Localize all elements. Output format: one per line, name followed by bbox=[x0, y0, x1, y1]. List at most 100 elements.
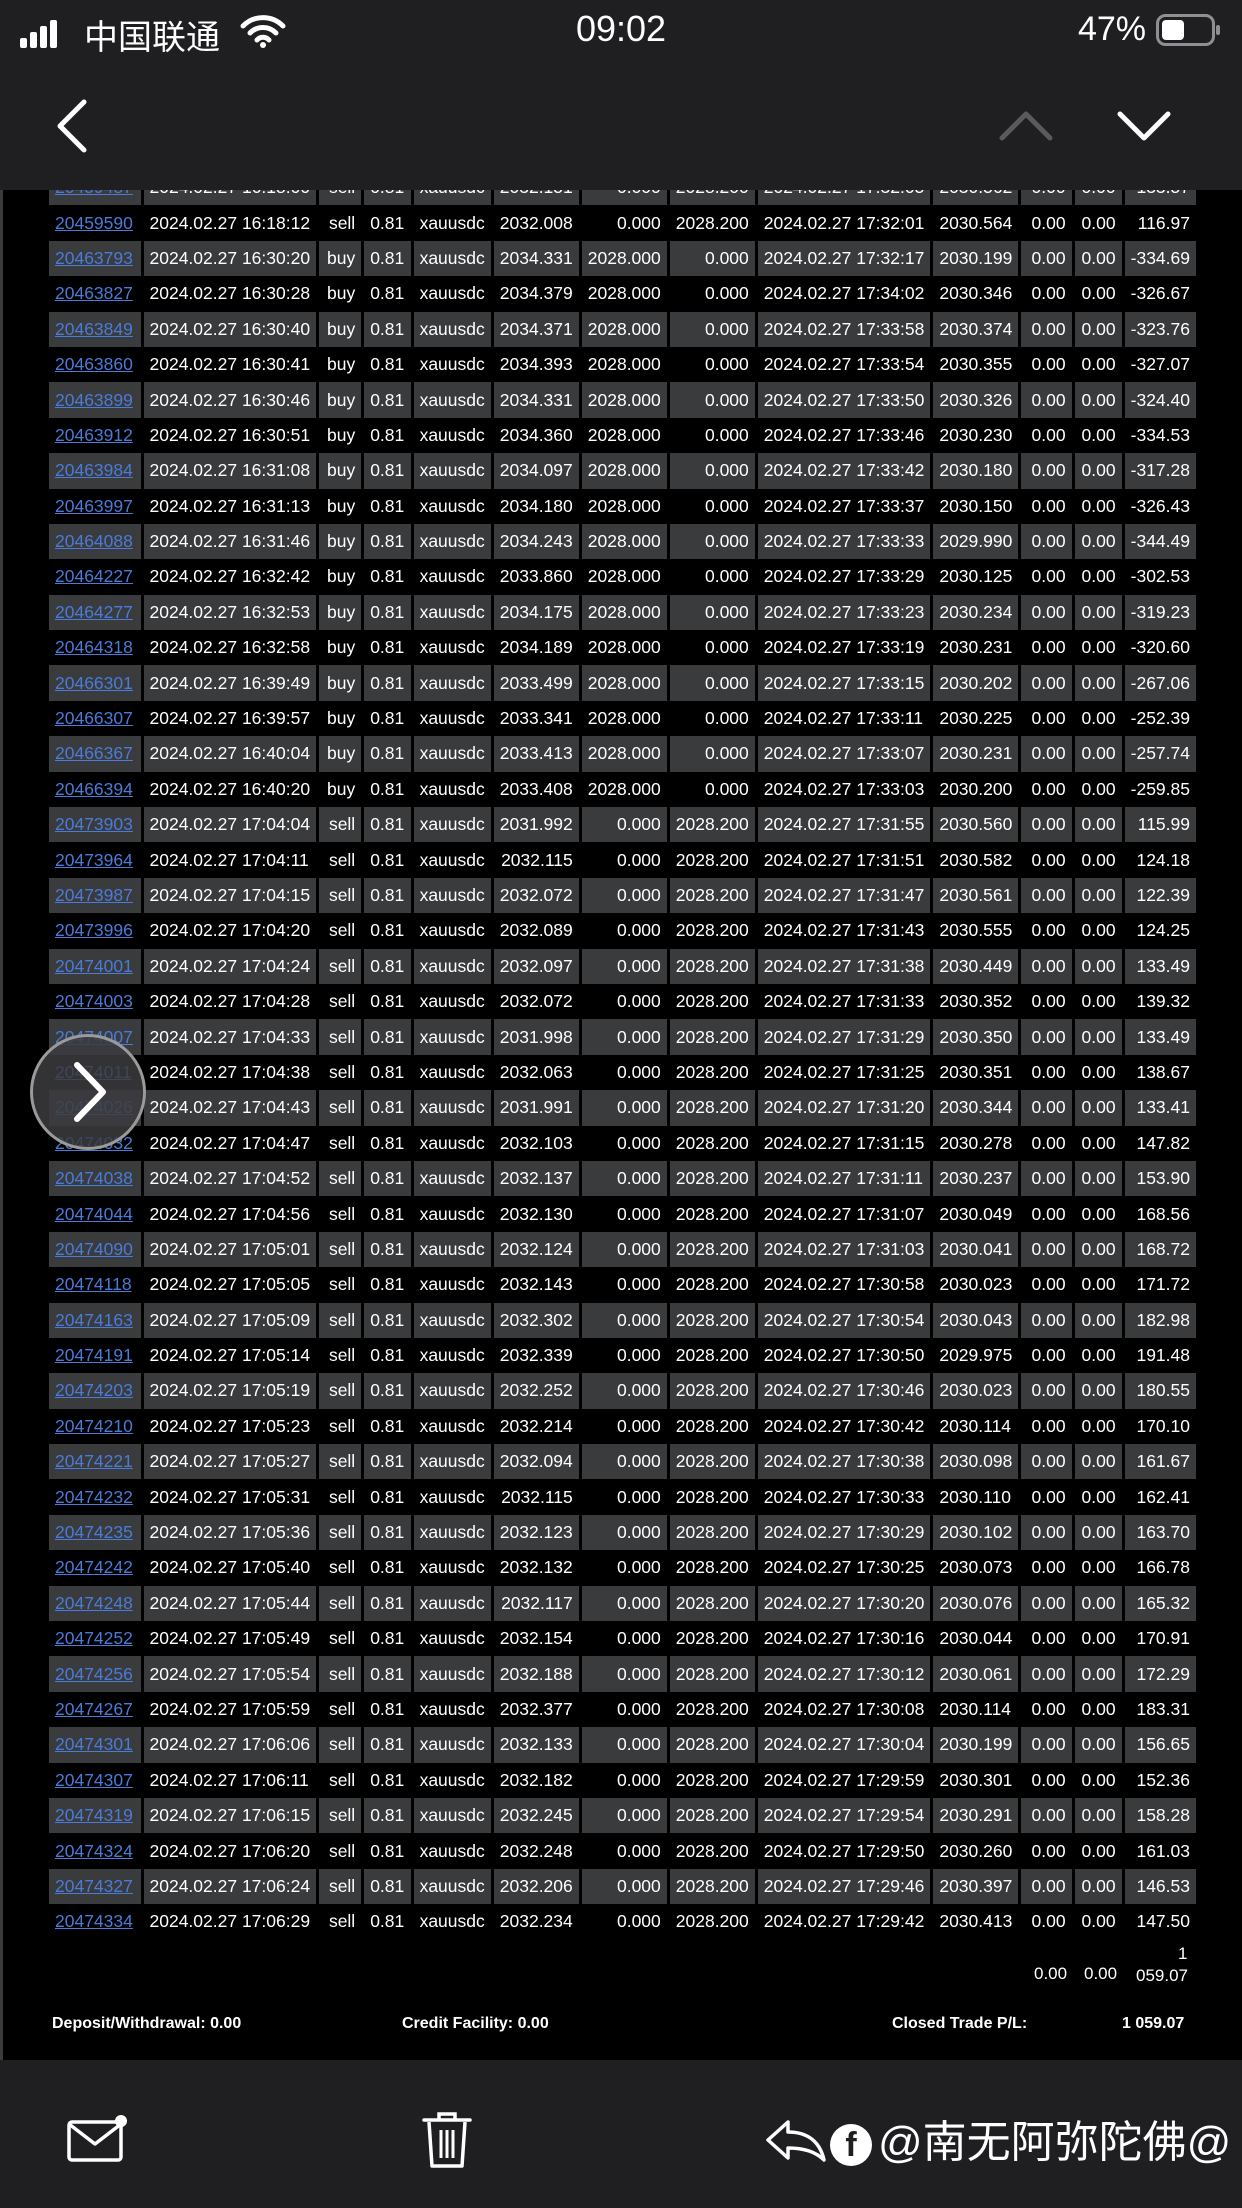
swap: 0.00 bbox=[1071, 1090, 1124, 1126]
table-row: 20463827 2024.02.27 16:30:28 buy 0.81 xauusd… bbox=[46, 276, 1196, 312]
ticket-link[interactable]: 20463849 bbox=[46, 311, 142, 347]
trade-type: sell bbox=[316, 1691, 363, 1728]
lot-size: 0.81 bbox=[361, 1833, 413, 1869]
ticket-link[interactable]: 20459590 bbox=[46, 205, 142, 241]
profit: 180.55 bbox=[1121, 1373, 1196, 1409]
trade-type: sell bbox=[316, 1444, 363, 1480]
trash-icon[interactable] bbox=[422, 2110, 472, 2170]
ticket-link[interactable]: 20474203 bbox=[46, 1373, 142, 1409]
ticket-link[interactable]: 20474324 bbox=[46, 1833, 142, 1869]
ticket-link[interactable]: 20466394 bbox=[46, 771, 142, 808]
close-price: 2030.114 bbox=[930, 1691, 1020, 1728]
ticket-link[interactable]: 20464088 bbox=[46, 523, 142, 560]
commission: 0.00 bbox=[1018, 983, 1074, 1020]
ticket-link[interactable]: 20473964 bbox=[46, 842, 142, 878]
ticket-link[interactable]: 20474301 bbox=[46, 1727, 142, 1763]
stop-loss: 0.000 bbox=[578, 807, 669, 843]
reply-icon[interactable] bbox=[764, 2118, 828, 2162]
ticket-link[interactable]: 20474221 bbox=[46, 1444, 142, 1480]
next-page-button[interactable] bbox=[30, 1034, 146, 1150]
close-time: 2024.02.27 17:34:02 bbox=[754, 276, 932, 312]
lot-size: 0.81 bbox=[361, 1550, 413, 1586]
symbol: xauusdc bbox=[410, 842, 493, 878]
chevron-left-icon[interactable] bbox=[52, 98, 92, 154]
ticket-link[interactable]: 20464318 bbox=[46, 630, 142, 666]
profit: -324.40 bbox=[1121, 382, 1196, 418]
ticket-link[interactable]: 20474248 bbox=[46, 1585, 142, 1622]
ticket-link[interactable]: 20466307 bbox=[46, 700, 142, 737]
ticket-link[interactable]: 20463827 bbox=[46, 276, 142, 312]
ticket-link[interactable]: 20474327 bbox=[46, 1868, 142, 1905]
take-profit: 2028.200 bbox=[666, 948, 757, 984]
report-content[interactable]: 204594872024.02.27 16:18:00sell0.81xauus… bbox=[0, 190, 1242, 2060]
ticket-link[interactable]: 20474242 bbox=[46, 1550, 142, 1586]
chevron-down-icon[interactable] bbox=[1116, 108, 1172, 144]
ticket-link[interactable]: 20463984 bbox=[46, 453, 142, 489]
table-row: 20466301 2024.02.27 16:39:49 buy 0.81 xauusd… bbox=[46, 665, 1196, 701]
swap: 0.00 bbox=[1071, 1585, 1124, 1622]
swap: 0.00 bbox=[1071, 1727, 1124, 1763]
ticket-link[interactable]: 20474191 bbox=[46, 1337, 142, 1374]
ticket-link[interactable]: 20474252 bbox=[46, 1621, 142, 1657]
stop-loss: 2028.000 bbox=[578, 700, 669, 737]
symbol: xauusdc bbox=[410, 948, 493, 984]
stop-loss: 2028.000 bbox=[578, 240, 669, 277]
ticket-link[interactable]: 20474307 bbox=[46, 1762, 142, 1798]
stop-loss: 0.000 bbox=[578, 205, 669, 241]
ticket-link[interactable]: 20474232 bbox=[46, 1479, 142, 1515]
stop-loss: 2028.000 bbox=[578, 559, 669, 595]
ticket-link[interactable]: 20459487 bbox=[46, 190, 142, 206]
open-price: 2032.123 bbox=[490, 1514, 581, 1551]
ticket-link[interactable]: 20474319 bbox=[46, 1797, 142, 1834]
chevron-up-icon[interactable] bbox=[998, 108, 1054, 144]
ticket-link[interactable]: 20474090 bbox=[46, 1231, 142, 1268]
open-price: 2032.339 bbox=[490, 1337, 581, 1374]
ticket-link[interactable]: 20463899 bbox=[46, 382, 142, 418]
trade-type: sell bbox=[316, 1160, 363, 1197]
commission: 0.00 bbox=[1018, 1514, 1074, 1551]
ticket-link[interactable]: 20473996 bbox=[46, 913, 142, 949]
symbol: xauusdc bbox=[410, 877, 493, 914]
take-profit: 2028.200 bbox=[666, 1691, 757, 1728]
open-price: 2032.377 bbox=[490, 1691, 581, 1728]
ticket-link[interactable]: 20464277 bbox=[46, 594, 142, 631]
close-price: 2030.555 bbox=[930, 913, 1020, 949]
ticket-link[interactable]: 20464227 bbox=[46, 559, 142, 595]
ticket-link[interactable]: 20474001 bbox=[46, 948, 142, 984]
ticket-link[interactable]: 20466301 bbox=[46, 665, 142, 701]
mail-icon[interactable] bbox=[66, 2114, 128, 2164]
ticket-link[interactable]: 20474044 bbox=[46, 1196, 142, 1232]
ticket-link[interactable]: 20474118 bbox=[46, 1267, 142, 1303]
ticket-link[interactable]: 20474038 bbox=[46, 1160, 142, 1197]
ticket-link[interactable]: 20474163 bbox=[46, 1302, 142, 1338]
commission: 0.00 bbox=[1018, 1373, 1074, 1409]
battery-icon bbox=[1156, 14, 1220, 46]
ticket-link[interactable]: 20474256 bbox=[46, 1656, 142, 1692]
ticket-link[interactable]: 20463860 bbox=[46, 346, 142, 383]
open-price: 2034.379 bbox=[490, 276, 581, 312]
profit: -323.76 bbox=[1121, 311, 1196, 347]
ticket-link[interactable]: 20474267 bbox=[46, 1691, 142, 1728]
ticket-link[interactable]: 20473987 bbox=[46, 877, 142, 914]
close-price: 2030.413 bbox=[930, 1904, 1020, 1940]
trade-history-table: 204594872024.02.27 16:18:00sell0.81xauus… bbox=[46, 190, 1196, 1940]
ticket-link[interactable]: 20463997 bbox=[46, 488, 142, 524]
ticket-link[interactable]: 20473903 bbox=[46, 807, 142, 843]
commission: 0.00 bbox=[1018, 417, 1074, 454]
ticket-link[interactable]: 20466367 bbox=[46, 736, 142, 772]
close-time: 2024.02.27 17:33:42 bbox=[754, 453, 932, 489]
symbol: xauusdc bbox=[410, 1373, 493, 1409]
ticket-link[interactable]: 20474210 bbox=[46, 1408, 142, 1445]
ticket-link[interactable]: 20463912 bbox=[46, 417, 142, 454]
symbol: xauusdc bbox=[410, 983, 493, 1020]
open-time: 2024.02.27 17:04:56 bbox=[140, 1196, 318, 1232]
stop-loss: 2028.000 bbox=[578, 276, 669, 312]
lot-size: 0.81 bbox=[361, 1267, 413, 1303]
close-time: 2024.02.27 17:33:58 bbox=[754, 311, 932, 347]
ticket-link[interactable]: 20474235 bbox=[46, 1514, 142, 1551]
ticket-link[interactable]: 20463793 bbox=[46, 240, 142, 277]
symbol: xauusdc bbox=[410, 1196, 493, 1232]
ticket-link[interactable]: 20474003 bbox=[46, 983, 142, 1020]
ticket-link[interactable]: 20474334 bbox=[46, 1904, 142, 1940]
commission: 0.00 bbox=[1018, 1302, 1074, 1338]
